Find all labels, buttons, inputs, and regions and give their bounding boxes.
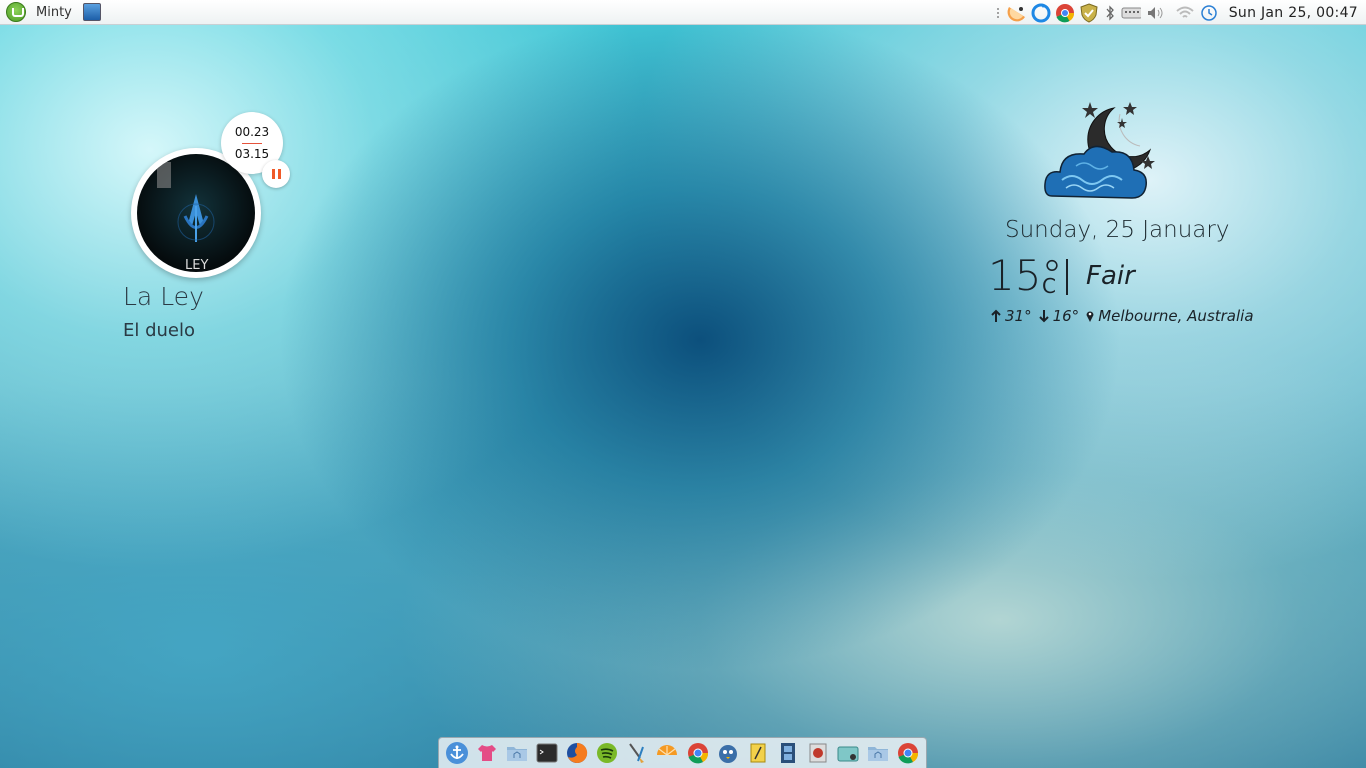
- arrow-up-icon: [991, 309, 1001, 322]
- screenshot-icon[interactable]: [836, 741, 860, 765]
- weather-date: Sunday, 25 January: [1005, 217, 1230, 243]
- show-desktop-icon[interactable]: [82, 3, 101, 21]
- mint-logo-icon: [6, 2, 26, 22]
- total-time: 03.15: [234, 147, 270, 161]
- elapsed-time: 00.23: [234, 125, 270, 139]
- top-panel: Minty Sun Jan 25, 00:47: [0, 0, 1366, 25]
- home-folder-icon[interactable]: [866, 741, 890, 765]
- pidgin-icon[interactable]: [716, 741, 740, 765]
- music-widget: LEY 00.23 03.15 La Ley El duelo: [120, 110, 420, 350]
- location-pin-icon: [1086, 311, 1094, 322]
- weather-divider: [1066, 259, 1068, 295]
- pause-icon-bar-left: [271, 169, 275, 179]
- overflow-dots-icon[interactable]: [993, 3, 1003, 23]
- volume-icon[interactable]: [1145, 3, 1165, 23]
- keyboard-icon[interactable]: [1121, 3, 1141, 23]
- home-folder-icon[interactable]: [505, 741, 529, 765]
- weather-high: 31°: [1005, 307, 1032, 325]
- dock: [438, 737, 927, 768]
- clock-icon[interactable]: [1199, 3, 1219, 23]
- anchor-icon[interactable]: [445, 741, 469, 765]
- film-icon[interactable]: [776, 741, 800, 765]
- weather-details: 31° 16° Melbourne, Australia: [990, 307, 1260, 325]
- wifi-icon[interactable]: [1175, 3, 1195, 23]
- menu-button[interactable]: Minty: [6, 0, 72, 25]
- album-art-graphic: [157, 162, 215, 242]
- chrome-icon[interactable]: [686, 741, 710, 765]
- terminal-icon[interactable]: [535, 741, 559, 765]
- spotify-icon[interactable]: [595, 741, 619, 765]
- firefox-icon[interactable]: [565, 741, 589, 765]
- menu-label: Minty: [36, 4, 72, 20]
- night-cloud-moon-stars-icon: [1044, 102, 1155, 199]
- weather-low: 16°: [1052, 307, 1080, 325]
- tshirt-icon[interactable]: [475, 741, 499, 765]
- artist-name: La Ley: [123, 282, 204, 311]
- pause-button[interactable]: [262, 160, 290, 188]
- weather-location: Melbourne, Australia: [1098, 307, 1254, 325]
- system-tray: Sun Jan 25, 00:47: [993, 0, 1366, 25]
- time-divider: [242, 143, 262, 144]
- sync-icon[interactable]: [1031, 3, 1051, 23]
- pause-icon-bar-right: [277, 169, 281, 179]
- chrome-icon[interactable]: [1055, 3, 1075, 23]
- image-viewer-icon[interactable]: [806, 741, 830, 765]
- weather-condition: Fair: [1086, 261, 1135, 291]
- album-text: LEY: [185, 258, 209, 272]
- weather-unit: C: [1042, 274, 1056, 298]
- orange-icon[interactable]: [655, 741, 679, 765]
- weather-widget: Sunday, 25 January 15° C Fair 31° 16° Me…: [980, 95, 1260, 335]
- song-title: El duelo: [123, 320, 196, 341]
- arrow-down-icon: [1038, 310, 1049, 323]
- melon-icon[interactable]: [1007, 3, 1027, 23]
- clock-text[interactable]: Sun Jan 25, 00:47: [1229, 5, 1358, 21]
- bluetooth-icon[interactable]: [1103, 3, 1117, 23]
- album-art: LEY: [137, 154, 255, 272]
- chrome-icon[interactable]: [896, 741, 920, 765]
- brush-icon[interactable]: [625, 741, 649, 765]
- shield-icon[interactable]: [1079, 2, 1099, 23]
- notes-icon[interactable]: [746, 741, 770, 765]
